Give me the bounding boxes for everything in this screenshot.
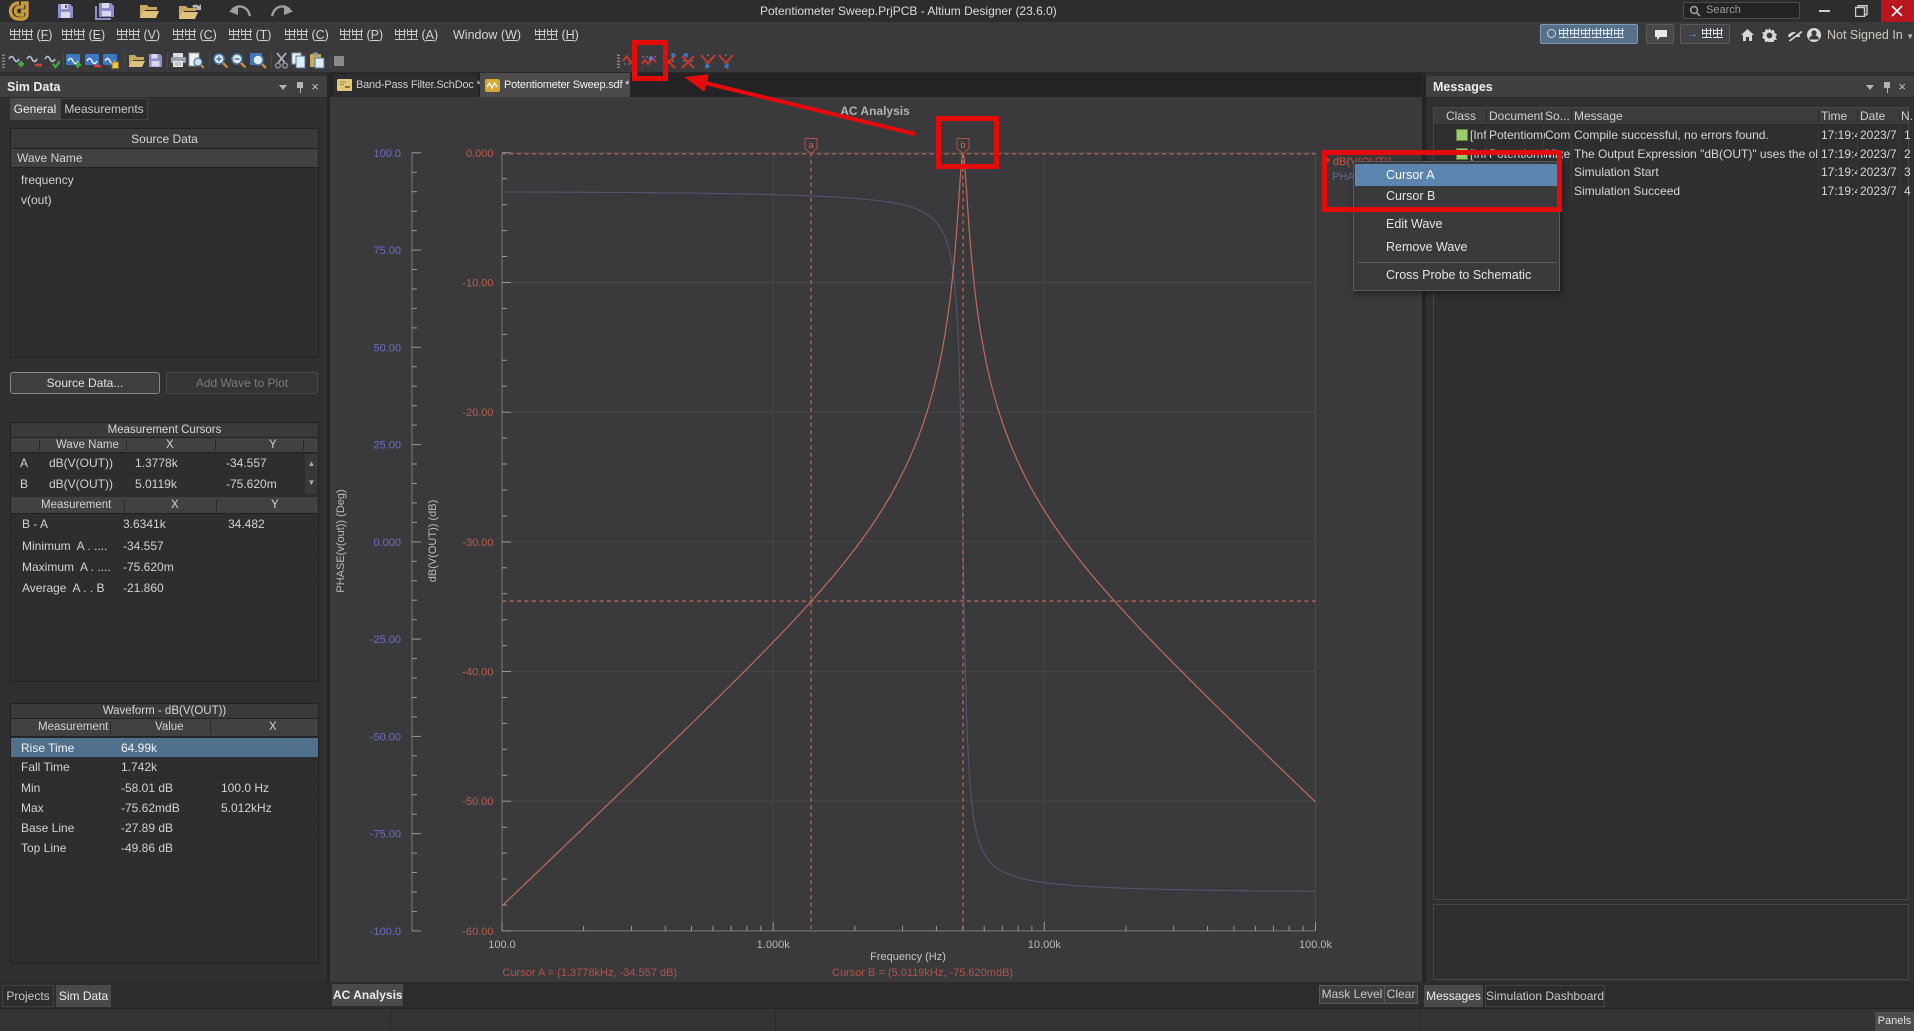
svg-text:-50.00: -50.00 [462,796,493,808]
svg-text:100.0k: 100.0k [1299,939,1333,951]
svg-text:1.000k: 1.000k [757,939,791,951]
svg-text:100.0: 100.0 [373,148,401,160]
svg-text:50.00: 50.00 [373,342,401,354]
svg-text:-25.00: -25.00 [370,634,401,646]
svg-text:Frequency (Hz): Frequency (Hz) [870,951,946,963]
svg-text:dB(V(OUT)) (dB): dB(V(OUT)) (dB) [427,500,439,583]
svg-text:PHASE(v(out)) (Deg): PHASE(v(out)) (Deg) [335,489,347,592]
svg-text:10.00k: 10.00k [1028,939,1062,951]
svg-text:-60.00: -60.00 [462,926,493,938]
svg-text:0.000: 0.000 [373,537,401,549]
svg-text:-75.00: -75.00 [370,829,401,841]
svg-text:-30.00: -30.00 [462,537,493,549]
svg-text:-100.0: -100.0 [370,926,401,938]
svg-text:-20.00: -20.00 [462,407,493,419]
svg-text:Cursor B = (5.0119kHz, -75.620: Cursor B = (5.0119kHz, -75.620mdB) [832,967,1013,979]
svg-text:-50.00: -50.00 [370,731,401,743]
svg-text:Cursor A = (1.3778kHz, -34.557: Cursor A = (1.3778kHz, -34.557 dB) [503,967,678,979]
svg-text:75.00: 75.00 [373,245,401,257]
svg-text:100.0: 100.0 [488,939,516,951]
svg-text:-10.00: -10.00 [462,278,493,290]
svg-text:0.000: 0.000 [466,148,494,160]
svg-text:-40.00: -40.00 [462,667,493,679]
svg-text:25.00: 25.00 [373,440,401,452]
